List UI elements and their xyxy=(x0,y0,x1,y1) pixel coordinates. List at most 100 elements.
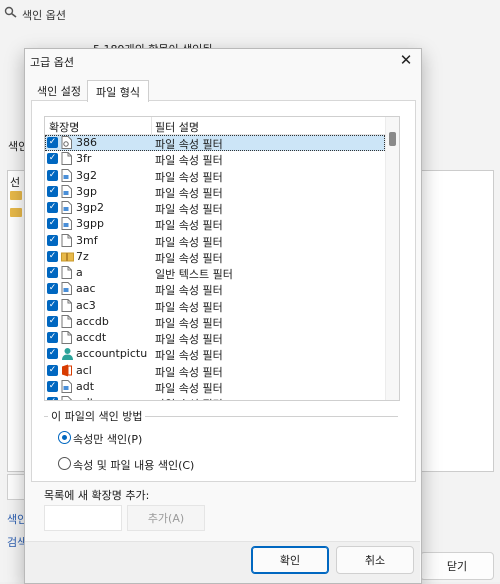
media-file-icon xyxy=(61,217,72,231)
row-extension: a xyxy=(76,266,83,279)
close-icon[interactable]: ✕ xyxy=(396,50,416,70)
tab-index-settings[interactable]: 색인 설정 xyxy=(31,82,87,100)
blank-file-icon xyxy=(61,331,72,344)
blank-file-icon xyxy=(61,233,72,247)
row-filter-description: 파일 속성 필터 xyxy=(155,138,223,151)
media-file-icon xyxy=(61,282,72,296)
list-item[interactable]: ✓ 3fr 파일 속성 필터 xyxy=(45,151,385,167)
list-item[interactable]: ✓ 3mf 파일 속성 필터 xyxy=(45,233,385,249)
row-extension: adt xyxy=(76,379,95,393)
row-checkbox[interactable]: ✓ xyxy=(47,250,58,262)
column-divider[interactable] xyxy=(151,117,152,134)
close-button[interactable]: 닫기 xyxy=(420,552,494,580)
file-type-list[interactable]: 확장명 필터 설명 ✓ 386 파일 속성 필터 ✓ 3fr 파일 속성 필터 ✓ 3g2 파일… xyxy=(44,116,400,401)
row-filter-description: 파일 속성 필터 xyxy=(155,186,223,200)
row-filter-description: 일반 텍스트 필터 xyxy=(155,268,233,281)
row-extension: 3g2 xyxy=(76,168,97,182)
radio-properties-only-label[interactable]: 속성만 색인(P) xyxy=(73,431,142,447)
blank-file-icon xyxy=(61,314,72,328)
list-item[interactable]: ✓ aac 파일 속성 필터 xyxy=(45,281,385,297)
row-checkbox[interactable]: ✓ xyxy=(47,218,58,230)
row-checkbox[interactable]: ✓ xyxy=(47,185,58,197)
row-checkbox[interactable]: ✓ xyxy=(47,315,58,327)
row-checkbox[interactable]: ✓ xyxy=(47,153,58,165)
row-checkbox[interactable]: ✓ xyxy=(47,364,58,376)
index-method-title: 이 파일의 색인 방법 xyxy=(48,408,146,424)
list-header: 확장명 필터 설명 xyxy=(45,117,385,135)
list-item[interactable]: ✓ ac3 파일 속성 필터 xyxy=(45,298,385,314)
row-checkbox[interactable]: ✓ xyxy=(47,283,58,295)
ok-button[interactable]: 확인 xyxy=(251,546,329,574)
row-extension: 3gp2 xyxy=(76,201,104,214)
row-checkbox[interactable]: ✓ xyxy=(47,267,58,278)
list-item[interactable]: ✓ accountpictur... 파일 속성 필터 xyxy=(45,346,385,362)
exclude-list xyxy=(420,170,494,472)
media-file-icon xyxy=(61,396,72,400)
row-extension: 386 xyxy=(76,136,97,149)
list-item[interactable]: ✓ 3gp 파일 속성 필터 xyxy=(45,184,385,200)
new-extension-input[interactable] xyxy=(44,505,122,531)
add-button[interactable]: 추가(A) xyxy=(127,505,205,531)
radio-properties-and-contents[interactable] xyxy=(58,457,71,470)
list-item[interactable]: ✓ accdb 파일 속성 필터 xyxy=(45,314,385,330)
list-item[interactable]: ✓ a 일반 텍스트 필터 xyxy=(45,265,385,281)
row-checkbox[interactable]: ✓ xyxy=(47,137,58,148)
row-checkbox[interactable]: ✓ xyxy=(47,202,58,213)
radio-properties-only[interactable] xyxy=(58,431,71,444)
list-rows: ✓ 386 파일 속성 필터 ✓ 3fr 파일 속성 필터 ✓ 3g2 파일 속성 필터 ✓ 3gp… xyxy=(45,135,385,400)
row-filter-description: 파일 속성 필터 xyxy=(155,316,223,330)
cancel-button[interactable]: 취소 xyxy=(336,546,414,574)
media-file-icon xyxy=(61,379,72,393)
row-checkbox[interactable]: ✓ xyxy=(47,299,58,311)
row-filter-description: 파일 속성 필터 xyxy=(155,365,223,379)
scrollbar-thumb[interactable] xyxy=(389,132,396,146)
row-filter-description: 파일 속성 필터 xyxy=(155,170,223,184)
row-extension: 3gpp xyxy=(76,217,104,231)
row-extension: accdt xyxy=(76,331,107,344)
media-file-icon xyxy=(61,184,72,198)
row-checkbox[interactable]: ✓ xyxy=(47,169,58,181)
column-header-filter[interactable]: 필터 설명 xyxy=(155,119,199,135)
vertical-scrollbar[interactable] xyxy=(385,117,399,400)
list-item[interactable]: ✓ 3g2 파일 속성 필터 xyxy=(45,168,385,184)
list-item[interactable]: ✓ adts 파일 속성 필터 xyxy=(45,395,385,400)
blank-file-icon xyxy=(61,152,72,166)
row-extension: 7z xyxy=(76,249,89,263)
row-filter-description: 파일 속성 필터 xyxy=(155,203,223,216)
row-filter-description: 파일 속성 필터 xyxy=(155,251,223,265)
locations-header: 선 xyxy=(10,176,21,189)
list-item[interactable]: ✓ 3gpp 파일 속성 필터 xyxy=(45,216,385,232)
row-checkbox[interactable]: ✓ xyxy=(47,234,58,246)
list-item[interactable]: ✓ 7z 파일 속성 필터 xyxy=(45,249,385,265)
list-item[interactable]: ✓ 3gp2 파일 속성 필터 xyxy=(45,200,385,216)
add-extension-label: 목록에 새 확장명 추가: xyxy=(44,489,150,502)
system-file-icon xyxy=(61,136,72,149)
media-file-icon xyxy=(61,168,72,182)
office-icon xyxy=(61,364,72,377)
tab-file-types[interactable]: 파일 형식 xyxy=(87,80,149,102)
search-index-icon xyxy=(4,6,17,18)
row-extension: 3fr xyxy=(76,152,92,166)
list-item[interactable]: ✓ 386 파일 속성 필터 xyxy=(45,135,385,152)
list-item[interactable]: ✓ adt 파일 속성 필터 xyxy=(45,379,385,395)
folder-icon xyxy=(10,191,22,200)
row-filter-description: 파일 속성 필터 xyxy=(155,396,223,400)
row-extension: ac3 xyxy=(76,298,96,312)
row-filter-description: 파일 속성 필터 xyxy=(155,219,223,233)
row-checkbox[interactable]: ✓ xyxy=(47,397,58,400)
list-item[interactable]: ✓ accdt 파일 속성 필터 xyxy=(45,330,385,346)
row-filter-description: 파일 속성 필터 xyxy=(155,300,223,314)
list-item[interactable]: ✓ acl 파일 속성 필터 xyxy=(45,363,385,379)
column-header-extension[interactable]: 확장명 xyxy=(49,119,79,135)
row-checkbox[interactable]: ✓ xyxy=(47,380,58,392)
row-checkbox[interactable]: ✓ xyxy=(47,348,58,360)
user-icon xyxy=(61,347,73,361)
window-title: 색인 옵션 xyxy=(22,9,66,22)
row-extension: 3mf xyxy=(76,233,98,247)
row-checkbox[interactable]: ✓ xyxy=(47,332,58,343)
radio-properties-and-contents-label[interactable]: 속성 및 파일 내용 색인(C) xyxy=(73,457,194,473)
row-extension: accountpictur... xyxy=(76,347,148,361)
blank-file-icon xyxy=(61,266,72,279)
row-filter-description: 파일 속성 필터 xyxy=(155,381,223,395)
row-extension: 3gp xyxy=(76,184,97,198)
